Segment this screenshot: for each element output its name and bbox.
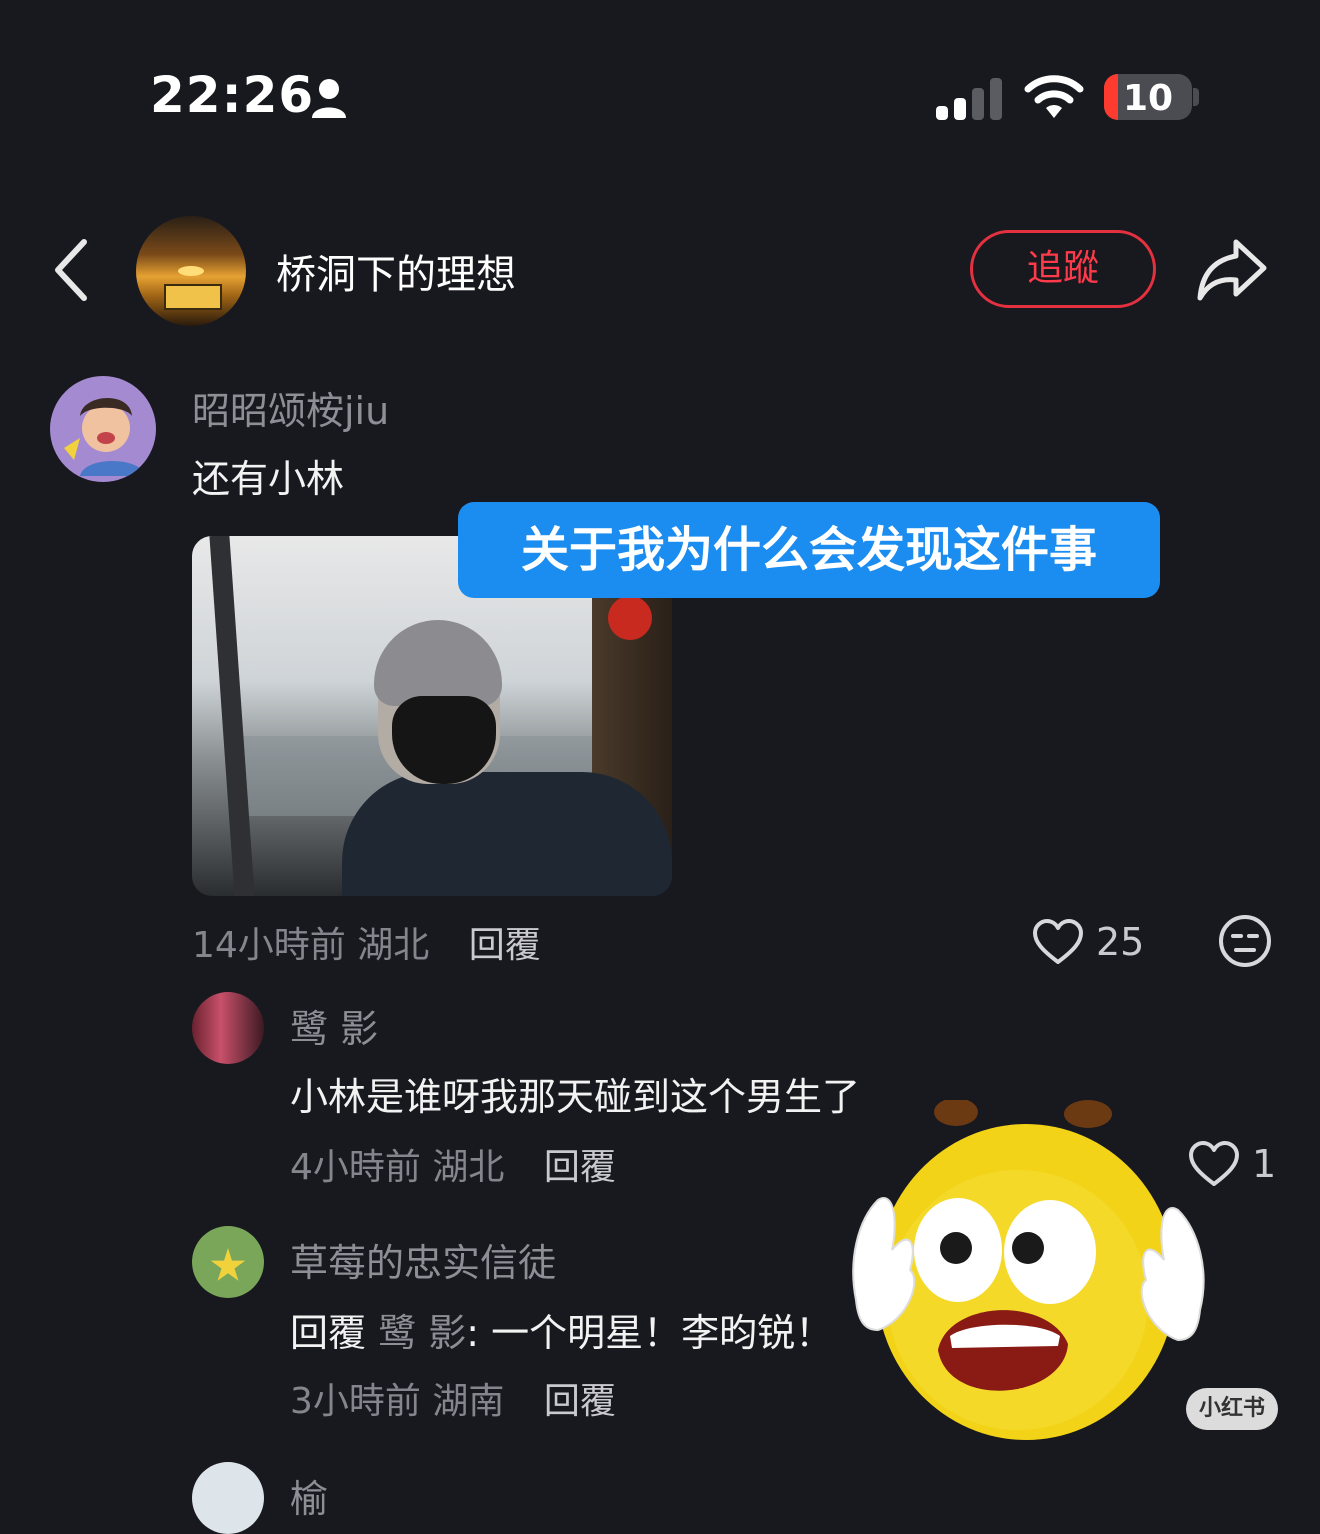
battery-icon: 10 <box>1104 74 1192 120</box>
commenter-avatar[interactable] <box>50 376 156 482</box>
back-icon[interactable] <box>52 238 92 302</box>
share-icon[interactable] <box>1196 236 1268 302</box>
comment-time: 14小時前 <box>192 925 346 966</box>
emoji-react-icon[interactable] <box>1218 914 1272 968</box>
reply-avatar[interactable] <box>192 1462 264 1534</box>
follow-button[interactable]: 追蹤 <box>970 230 1156 308</box>
like-count: 25 <box>1096 920 1145 964</box>
comment-text: 还有小林 <box>192 457 345 501</box>
signal-icon <box>936 78 1002 120</box>
person-icon <box>312 79 346 118</box>
status-time: 22:26 <box>150 66 315 124</box>
comment-meta: 14小時前 湖北 回覆 <box>192 916 541 968</box>
battery-level: 10 <box>1122 78 1174 119</box>
reply-target-username[interactable]: 鹭 影 <box>378 1311 466 1355</box>
reply-avatar[interactable] <box>192 1226 264 1298</box>
commenter-username[interactable]: 昭昭颂桉jiu <box>192 380 389 435</box>
heart-icon[interactable] <box>1032 918 1084 966</box>
reply-body: : 一个明星！李昀锐！ <box>466 1311 834 1355</box>
reply-text: 回覆 鹭 影: 一个明星！李昀锐！ <box>290 1302 833 1357</box>
reply-time: 4小時前 <box>290 1147 421 1188</box>
reply-meta: 3小時前 湖南 回覆 <box>290 1372 616 1424</box>
wifi-icon <box>1024 75 1084 118</box>
comment-location: 湖北 <box>357 925 430 966</box>
reply-avatar[interactable] <box>192 992 264 1064</box>
reply-location: 湖南 <box>432 1381 505 1422</box>
overlay-caption: 关于我为什么会发现这件事 <box>458 502 1160 598</box>
reply-username[interactable]: 草莓的忠实信徒 <box>290 1232 556 1287</box>
author-avatar[interactable] <box>136 216 246 326</box>
reply-time: 3小時前 <box>290 1381 421 1422</box>
watermark-logo: 小红书 <box>1186 1388 1278 1430</box>
reply-meta: 4小時前 湖北 回覆 <box>290 1138 616 1190</box>
battery-cap <box>1193 88 1199 106</box>
reply-username[interactable]: 榆 <box>290 1468 328 1523</box>
reply-button[interactable]: 回覆 <box>544 1147 616 1188</box>
reply-button[interactable]: 回覆 <box>544 1381 616 1422</box>
reply-text: 小林是谁呀我那天碰到这个男生了 <box>290 1075 861 1119</box>
reply-location: 湖北 <box>432 1147 505 1188</box>
reply-username[interactable]: 鹭 影 <box>290 998 378 1053</box>
reply-prefix: 回覆 <box>290 1311 367 1355</box>
reply-like-count: 1 <box>1252 1142 1277 1186</box>
author-name[interactable]: 桥洞下的理想 <box>276 242 516 300</box>
reply-button[interactable]: 回覆 <box>469 925 541 966</box>
shocked-emoji-sticker <box>852 1100 1205 1440</box>
